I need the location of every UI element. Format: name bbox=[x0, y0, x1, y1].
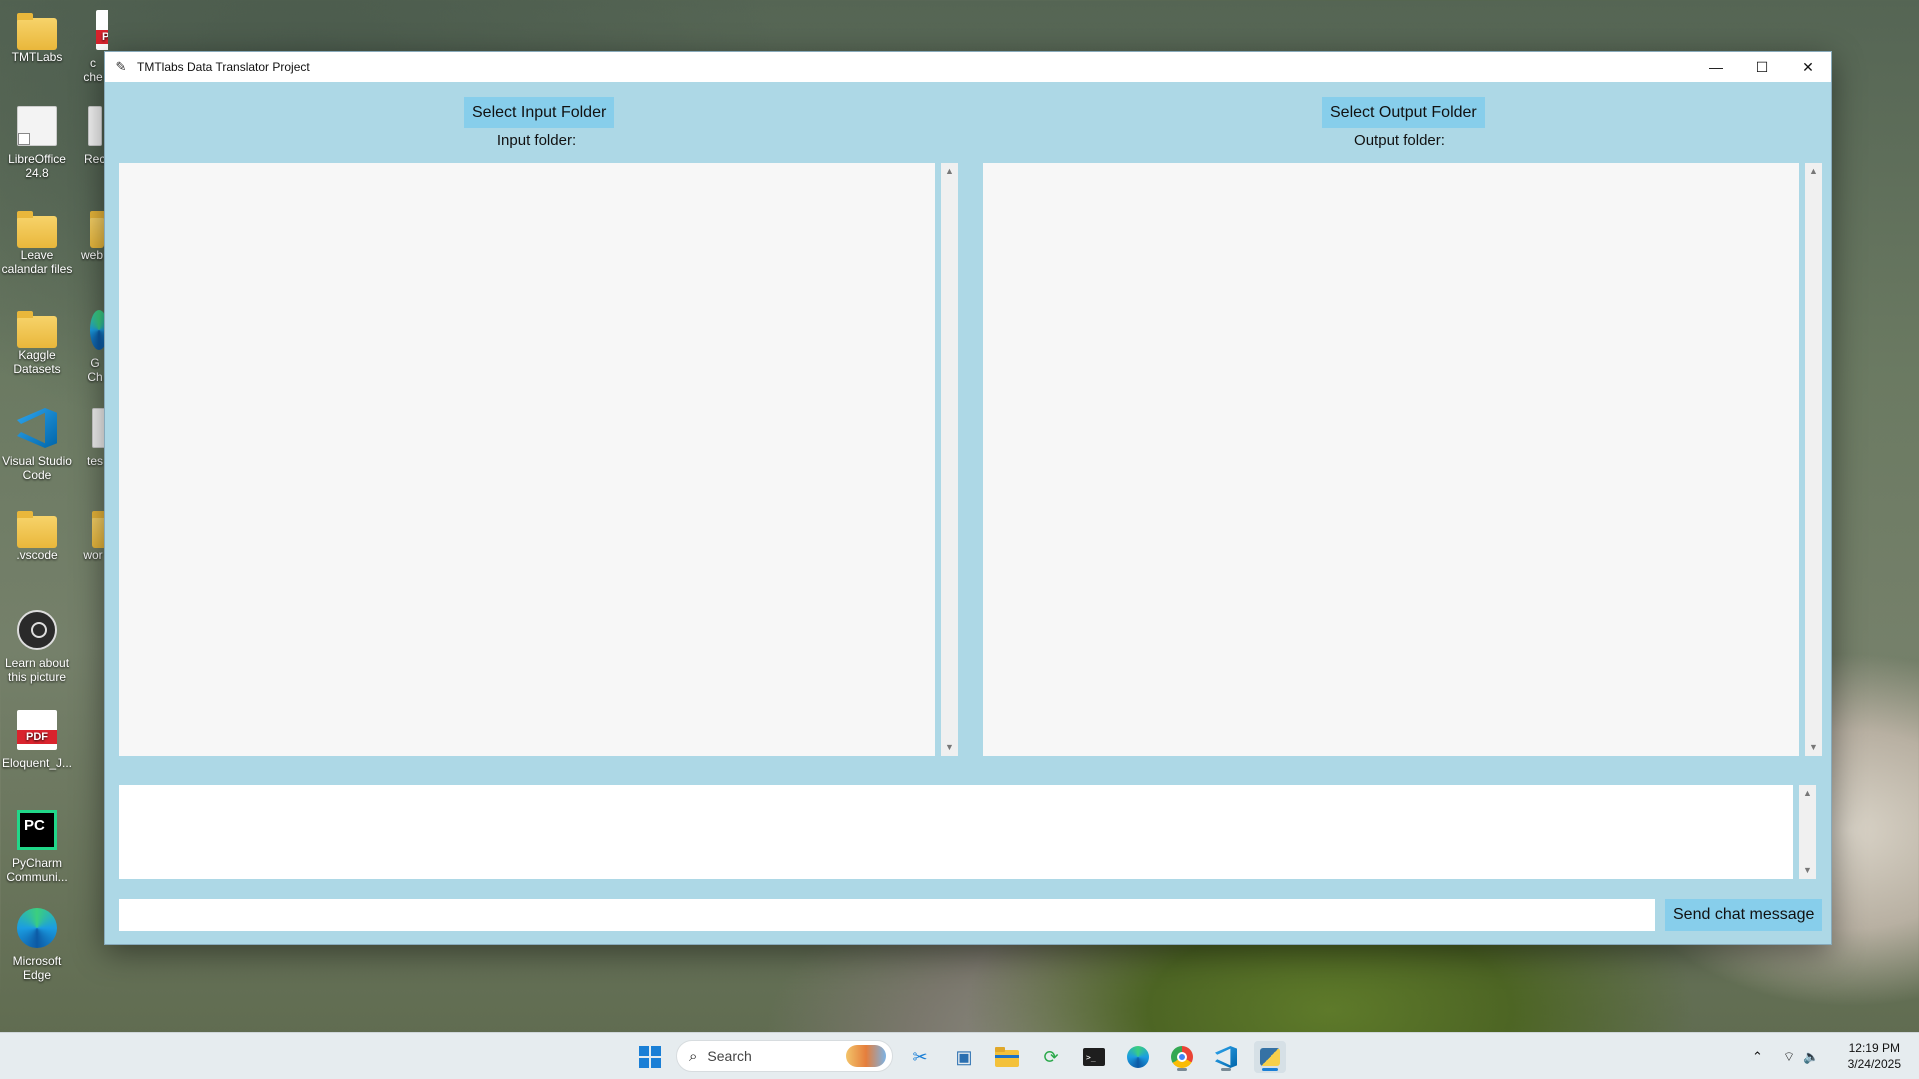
window-title: TMTlabs Data Translator Project bbox=[137, 60, 310, 74]
desktop-icon-partial[interactable]: G Ch bbox=[86, 310, 104, 384]
desktop-icon-partial[interactable]: tes bbox=[86, 408, 104, 468]
output-folder-label: Output folder: bbox=[1354, 132, 1445, 149]
desktop-icon-vscode-folder[interactable]: .vscode bbox=[0, 510, 74, 562]
svg-text:>_: >_ bbox=[1086, 1053, 1096, 1062]
folder-icon bbox=[17, 511, 57, 548]
chevron-up-icon[interactable]: ⌃ bbox=[1752, 1049, 1763, 1065]
scroll-down-icon[interactable]: ▼ bbox=[1799, 862, 1816, 879]
feather-icon: ✎ bbox=[115, 59, 127, 74]
input-folder-label: Input folder: bbox=[496, 132, 577, 149]
vscode-icon[interactable] bbox=[1210, 1041, 1242, 1073]
clock-date: 3/24/2025 bbox=[1847, 1057, 1901, 1071]
folder-icon bbox=[92, 511, 104, 548]
pycharm-icon: PC bbox=[17, 810, 57, 850]
pdf-icon bbox=[17, 710, 57, 750]
desktop-icon-label: Leave calandar files bbox=[1, 248, 73, 276]
select-input-folder-button[interactable]: Select Input Folder bbox=[464, 97, 615, 128]
chat-message-input[interactable] bbox=[119, 899, 1655, 931]
scroll-up-icon[interactable]: ▲ bbox=[941, 163, 958, 180]
windows-start-icon[interactable] bbox=[634, 1041, 666, 1073]
select-output-folder-button[interactable]: Select Output Folder bbox=[1322, 97, 1485, 128]
folder-icon bbox=[17, 13, 57, 50]
desktop-icon-label: Rec bbox=[84, 152, 104, 166]
output-scrollbar[interactable]: ▲ ▼ bbox=[1805, 163, 1822, 756]
input-text-area[interactable] bbox=[119, 163, 935, 756]
desktop-icon-label: Learn about this picture bbox=[4, 656, 70, 684]
camera-icon bbox=[17, 610, 57, 650]
chrome-icon bbox=[90, 310, 104, 350]
desktop-icon-label: tes bbox=[86, 454, 103, 468]
desktop-icon-learn-picture[interactable]: Learn about this picture bbox=[0, 610, 74, 684]
input-scrollbar[interactable]: ▲ ▼ bbox=[941, 163, 958, 756]
edge-icon[interactable] bbox=[1122, 1041, 1154, 1073]
search-highlight-icon bbox=[846, 1045, 886, 1067]
refresh-app-icon[interactable]: ⟳ bbox=[1035, 1041, 1067, 1073]
window-controls: — ☐ ✕ bbox=[1693, 52, 1831, 82]
desktop-icon-label: G Ch bbox=[87, 356, 103, 384]
remote-desktop-icon[interactable]: ▣ bbox=[948, 1041, 980, 1073]
folder-icon bbox=[17, 311, 57, 348]
snipping-tool-icon[interactable]: ✂ bbox=[904, 1041, 936, 1073]
chat-log-scrollbar[interactable]: ▲ ▼ bbox=[1799, 785, 1816, 879]
desktop-icon-label: Microsoft Edge bbox=[12, 954, 62, 982]
desktop-icon-pycharm[interactable]: PC PyCharm Communi... bbox=[0, 810, 74, 884]
document-icon bbox=[17, 106, 57, 146]
desktop-icon-libreoffice[interactable]: LibreOffice 24.8 bbox=[0, 106, 74, 180]
document-icon bbox=[92, 408, 104, 448]
system-tray: ⌃ ⌔ 🔈 bbox=[1752, 1033, 1819, 1079]
taskbar: ⌕ Search ✂ ▣ ⟳ >_ ⌃ ⌔ 🔈 12:19 PM 3/24/20… bbox=[0, 1032, 1919, 1079]
clock-time: 12:19 PM bbox=[1848, 1041, 1900, 1055]
maximize-button[interactable]: ☐ bbox=[1739, 52, 1785, 82]
desktop-icon-label: .vscode bbox=[16, 548, 58, 562]
desktop-icon-eloquent-pdf[interactable]: Eloquent_J... bbox=[0, 710, 74, 770]
desktop-icon-vscode[interactable]: Visual Studio Code bbox=[0, 408, 74, 482]
python-app-icon[interactable] bbox=[1254, 1041, 1286, 1073]
terminal-icon[interactable]: >_ bbox=[1078, 1041, 1110, 1073]
desktop-icon-partial[interactable]: Rec bbox=[84, 106, 104, 166]
pdf-icon bbox=[96, 10, 108, 50]
desktop-icon-label: wor bbox=[83, 548, 103, 562]
shortcut-arrow-icon bbox=[18, 133, 30, 145]
file-explorer-icon[interactable] bbox=[991, 1041, 1023, 1073]
chrome-icon[interactable] bbox=[1166, 1041, 1198, 1073]
scroll-up-icon[interactable]: ▲ bbox=[1805, 163, 1822, 180]
app-window: ✎ TMTlabs Data Translator Project — ☐ ✕ … bbox=[104, 51, 1832, 945]
folder-icon bbox=[90, 211, 104, 248]
desktop-icon-label: Kaggle Datasets bbox=[13, 348, 61, 376]
folder-icon bbox=[17, 211, 57, 248]
scroll-down-icon[interactable]: ▼ bbox=[1805, 739, 1822, 756]
output-text-area[interactable] bbox=[983, 163, 1799, 756]
desktop-icon-tmtlabs[interactable]: TMTLabs bbox=[0, 12, 74, 64]
desktop-icon-label: PyCharm Communi... bbox=[6, 856, 68, 884]
close-button[interactable]: ✕ bbox=[1785, 52, 1831, 82]
volume-icon[interactable]: 🔈 bbox=[1803, 1049, 1819, 1065]
scroll-down-icon[interactable]: ▼ bbox=[941, 739, 958, 756]
desktop-icon-leave-calendar[interactable]: Leave calandar files bbox=[0, 210, 74, 276]
taskbar-search[interactable]: ⌕ Search bbox=[676, 1040, 893, 1072]
search-icon: ⌕ bbox=[689, 1047, 698, 1065]
wifi-icon[interactable]: ⌔ bbox=[1783, 1049, 1795, 1065]
desktop-icon-kaggle-datasets[interactable]: Kaggle Datasets bbox=[0, 310, 74, 376]
desktop-icon-label: Eloquent_J... bbox=[1, 756, 73, 770]
desktop-icon-edge[interactable]: Microsoft Edge bbox=[0, 908, 74, 982]
search-placeholder: Search bbox=[707, 1048, 752, 1064]
desktop-icon-partial[interactable]: wor bbox=[82, 510, 104, 562]
desktop-icon-label: TMTLabs bbox=[11, 50, 63, 64]
scroll-up-icon[interactable]: ▲ bbox=[1799, 785, 1816, 802]
running-indicator bbox=[1262, 1068, 1278, 1071]
edge-icon bbox=[17, 908, 57, 948]
clock[interactable]: 12:19 PM 3/24/2025 bbox=[1848, 1040, 1901, 1072]
desktop-icon-label: LibreOffice 24.8 bbox=[8, 152, 66, 180]
running-indicator bbox=[1177, 1068, 1187, 1071]
recycle-bin-icon bbox=[88, 106, 102, 146]
title-bar[interactable]: ✎ TMTlabs Data Translator Project — ☐ ✕ bbox=[105, 52, 1831, 82]
chat-log-area[interactable] bbox=[119, 785, 1793, 879]
minimize-button[interactable]: — bbox=[1693, 52, 1739, 82]
desktop-icon-partial[interactable]: web bbox=[80, 210, 104, 262]
running-indicator bbox=[1221, 1068, 1231, 1071]
desktop-icon-label: web bbox=[80, 248, 103, 262]
send-chat-message-button[interactable]: Send chat message bbox=[1665, 899, 1823, 931]
desktop-icon-label: Visual Studio Code bbox=[2, 454, 72, 482]
vscode-icon bbox=[17, 408, 57, 448]
